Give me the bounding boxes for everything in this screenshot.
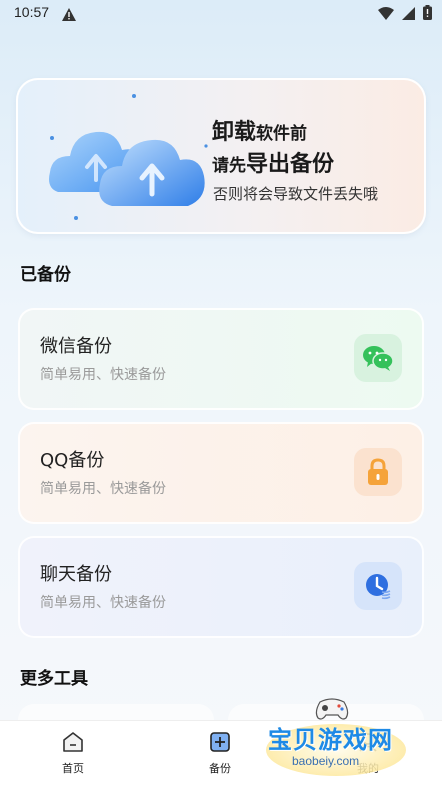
qq-backup-card[interactable]: QQ备份 简单易用、快速备份	[18, 422, 424, 524]
banner-headline-2: 请先导出备份	[212, 152, 335, 177]
status-time: 10:57	[14, 4, 50, 20]
alert-icon	[62, 6, 76, 25]
wechat-backup-card[interactable]: 微信备份 简单易用、快速备份	[18, 308, 424, 410]
watermark-url: baobeiy.com	[292, 754, 360, 768]
section-title-backed-up: 已备份	[20, 265, 71, 285]
chat-clock-icon	[354, 562, 402, 610]
section-title-more-tools: 更多工具	[20, 669, 88, 689]
banner-subtitle: 否则将会导致文件丢失哦	[213, 185, 379, 203]
card-title: QQ备份	[40, 450, 105, 471]
wechat-icon	[354, 334, 402, 382]
nav-label: 首页	[62, 762, 84, 775]
nav-label: 备份	[209, 762, 231, 775]
banner-headline-1: 卸载软件前	[212, 120, 308, 145]
site-watermark: 宝贝游戏网 baobeiy.com	[262, 694, 412, 784]
battery-icon	[423, 5, 432, 24]
watermark-text: 宝贝游戏网	[268, 726, 393, 754]
status-bar: 10:57	[0, 0, 442, 26]
card-desc: 简单易用、快速备份	[40, 481, 166, 497]
export-backup-banner[interactable]: 卸载软件前 请先导出备份 否则将会导致文件丢失哦	[16, 78, 426, 234]
card-title: 微信备份	[40, 336, 112, 357]
nav-item-backup[interactable]: 备份	[190, 731, 250, 776]
lock-icon	[354, 448, 402, 496]
nav-item-home[interactable]: 首页	[43, 731, 103, 776]
card-desc: 简单易用、快速备份	[40, 367, 166, 383]
card-title: 聊天备份	[40, 564, 112, 585]
chat-backup-card[interactable]: 聊天备份 简单易用、快速备份	[18, 536, 424, 638]
signal-icon	[402, 5, 415, 24]
card-desc: 简单易用、快速备份	[40, 595, 166, 611]
home-icon	[62, 731, 84, 753]
gamepad-icon	[315, 698, 349, 720]
cloud-upload-illustration	[49, 94, 208, 220]
backup-plus-icon	[209, 731, 231, 753]
wifi-icon	[378, 5, 394, 24]
